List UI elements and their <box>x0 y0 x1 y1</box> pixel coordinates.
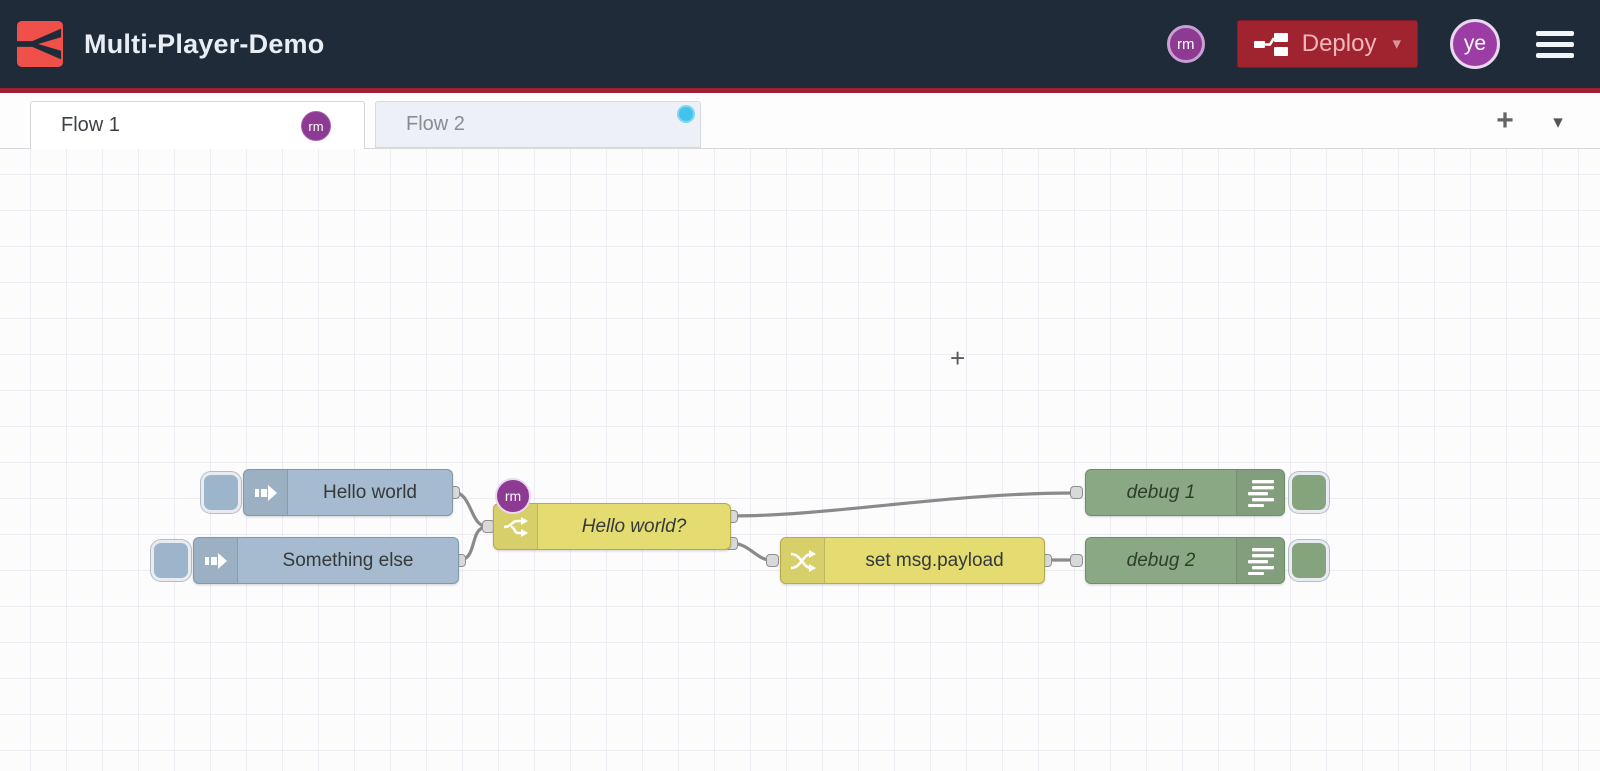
node-label: Hello world <box>323 481 417 503</box>
inject-trigger-button[interactable] <box>151 540 191 581</box>
hamburger-icon <box>1536 52 1574 58</box>
node-debug-2[interactable]: debug 2 <box>1085 537 1285 584</box>
hamburger-icon <box>1536 41 1574 47</box>
node-label: Hello world? <box>581 515 687 537</box>
input-port[interactable] <box>1070 486 1083 499</box>
activity-dot <box>677 105 695 123</box>
node-red-editor: Multi-Player-Demo rm Deploy ▾ ye Flow 1 … <box>0 0 1600 771</box>
inject-trigger-button[interactable] <box>201 472 241 513</box>
collaborator-badge: rm <box>495 478 531 514</box>
main-menu-button[interactable] <box>1536 30 1574 58</box>
tab-flow-2[interactable]: Flow 2 <box>375 101 701 148</box>
hamburger-icon <box>1536 30 1574 36</box>
header: Multi-Player-Demo rm Deploy ▾ ye <box>0 0 1600 88</box>
debug-toggle-button[interactable] <box>1289 472 1329 513</box>
user-avatar[interactable]: ye <box>1450 19 1500 69</box>
node-switch-hello-world[interactable]: Hello world? <box>493 503 731 550</box>
node-label: Something else <box>282 549 414 571</box>
change-icon <box>781 538 825 583</box>
input-port[interactable] <box>766 554 779 567</box>
tab-flow-1[interactable]: Flow 1 rm <box>30 101 365 149</box>
wire-layer <box>451 490 1075 562</box>
tab-label: Flow 2 <box>406 113 465 135</box>
mouse-cursor-crosshair: + <box>950 343 966 373</box>
wire[interactable] <box>729 491 1075 518</box>
add-flow-button[interactable]: + <box>1487 103 1523 139</box>
deploy-options-caret-icon[interactable]: ▾ <box>1392 34 1401 54</box>
inject-icon <box>244 470 288 515</box>
node-inject-something-else[interactable]: Something else <box>193 537 459 584</box>
debug-icon <box>1236 470 1284 515</box>
flow-canvas[interactable]: Hello world Something else Hello world? … <box>0 149 1600 771</box>
tab-label: Flow 1 <box>61 114 120 136</box>
flow-list-caret-icon[interactable]: ▾ <box>1543 107 1573 137</box>
flow-tab-bar: Flow 1 rm Flow 2 + ▾ <box>0 93 1600 149</box>
debug-icon <box>1236 538 1284 583</box>
node-change-set-payload[interactable]: set msg.payload <box>780 537 1045 584</box>
debug-toggle-button[interactable] <box>1289 540 1329 581</box>
node-debug-1[interactable]: debug 1 <box>1085 469 1285 516</box>
input-port[interactable] <box>1070 554 1083 567</box>
node-label: debug 1 <box>1126 481 1196 503</box>
node-label: debug 2 <box>1126 549 1196 571</box>
collaborator-badge: rm <box>301 111 331 141</box>
flowfuse-logo-icon <box>17 21 63 67</box>
page-title: Multi-Player-Demo <box>84 28 325 59</box>
deploy-button-label: Deploy <box>1301 30 1377 57</box>
collaborator-avatar[interactable]: rm <box>1166 25 1205 63</box>
deploy-button[interactable]: Deploy ▾ <box>1236 20 1418 68</box>
node-inject-hello-world[interactable]: Hello world <box>243 469 453 516</box>
deploy-icon <box>1253 32 1288 56</box>
node-label: set msg.payload <box>865 549 1004 571</box>
inject-icon <box>194 538 238 583</box>
